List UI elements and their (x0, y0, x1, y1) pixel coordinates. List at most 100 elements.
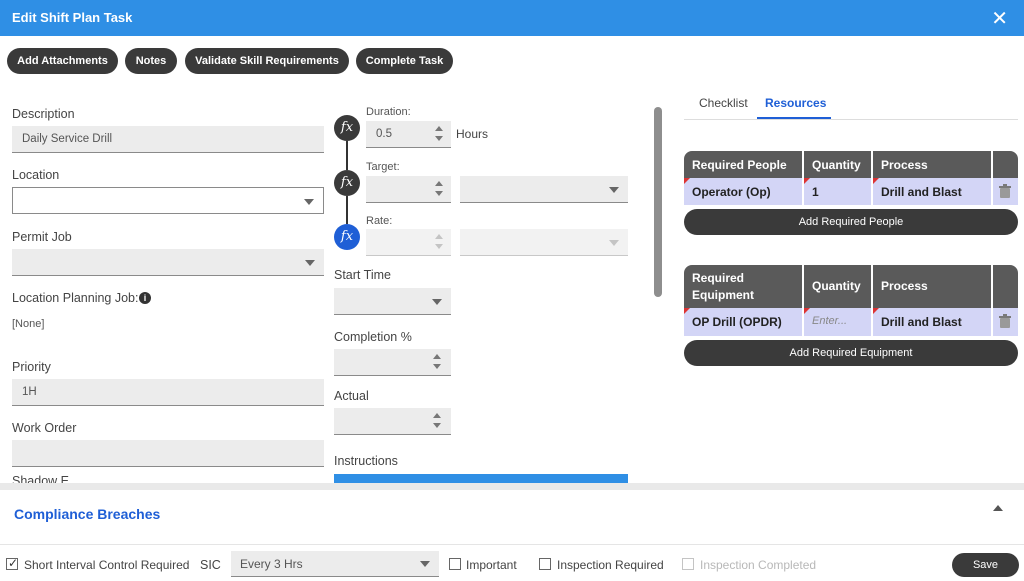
spin-down-icon[interactable] (435, 136, 443, 141)
required-marker-icon (804, 308, 810, 314)
spin-up-icon[interactable] (435, 126, 443, 131)
info-icon[interactable]: i (139, 292, 151, 304)
duration-formula-icon[interactable]: fx (334, 115, 360, 141)
close-icon[interactable]: ✕ (991, 6, 1008, 31)
required-marker-icon (873, 308, 879, 314)
people-header-name: Required People (684, 151, 804, 178)
required-marker-icon (804, 178, 810, 184)
priority-field[interactable]: 1H (12, 379, 324, 406)
rate-formula-icon[interactable]: fx (334, 224, 360, 250)
inspection-completed-checkbox (682, 558, 694, 570)
equipment-header-name: Required Equipment (684, 265, 804, 308)
sic-select[interactable]: Every 3 Hrs (231, 551, 439, 577)
completion-label: Completion % (334, 330, 412, 344)
spin-up-icon[interactable] (433, 354, 441, 359)
spin-up-icon[interactable] (435, 181, 443, 186)
resource-tabs: Checklist Resources (684, 90, 1018, 120)
spin-down-icon[interactable] (433, 364, 441, 369)
equipment-header-process: Process (873, 265, 993, 308)
add-required-equipment-button[interactable]: Add Required Equipment (684, 340, 1018, 366)
add-required-people-button[interactable]: Add Required People (684, 209, 1018, 235)
actual-label: Actual (334, 389, 369, 403)
clipped-label-container: Shadow E... (12, 474, 212, 483)
spin-up-icon[interactable] (433, 413, 441, 418)
complete-task-button[interactable]: Complete Task (356, 48, 453, 74)
spin-down-icon[interactable] (435, 191, 443, 196)
vertical-scrollbar[interactable] (654, 107, 662, 297)
duration-unit: Hours (456, 127, 489, 141)
location-select[interactable] (12, 187, 324, 214)
rate-label: Rate: (366, 215, 393, 227)
important-checkbox[interactable] (449, 558, 461, 570)
required-marker-icon (684, 178, 690, 184)
spin-down-icon (435, 244, 443, 249)
chevron-down-icon (609, 240, 619, 246)
chevron-down-icon (305, 260, 315, 266)
work-order-label: Work Order (12, 421, 77, 435)
instructions-label: Instructions (334, 454, 398, 468)
chevron-down-icon (420, 561, 430, 567)
footer-bar: Short Interval Control Required SIC Ever… (0, 544, 1024, 581)
compliance-breaches-title: Compliance Breaches (14, 506, 161, 522)
table-row-person-name[interactable]: Operator (Op) (684, 178, 804, 205)
target-input[interactable] (366, 176, 451, 203)
sic-value: Every 3 Hrs (240, 557, 303, 571)
duration-value: 0.5 (376, 128, 392, 140)
people-header-process: Process (873, 151, 993, 178)
table-row-equipment-process[interactable]: Drill and Blast (873, 308, 993, 336)
dialog-title: Edit Shift Plan Task (12, 10, 133, 25)
rate-unit-select (460, 229, 628, 256)
add-attachments-button[interactable]: Add Attachments (7, 48, 118, 74)
permit-job-select[interactable] (12, 249, 324, 276)
formula-connector (346, 196, 348, 224)
target-label: Target: (366, 161, 400, 173)
title-bar: Edit Shift Plan Task ✕ (0, 0, 1024, 36)
table-row-equipment-quantity-input[interactable]: Enter... (804, 308, 873, 336)
start-time-select[interactable] (334, 288, 451, 315)
save-button[interactable]: Save (952, 553, 1019, 577)
validate-skill-requirements-button[interactable]: Validate Skill Requirements (185, 48, 349, 74)
clipped-label: Shadow E... (12, 474, 80, 483)
target-unit-select[interactable] (460, 176, 628, 203)
inspection-completed-label: Inspection Completed (700, 558, 817, 572)
location-planning-job-label: Location Planning Job: (12, 291, 139, 305)
chevron-down-icon (609, 187, 619, 193)
permit-job-label: Permit Job (12, 230, 72, 244)
compliance-breaches-section[interactable]: Compliance Breaches (0, 490, 1024, 542)
toolbar: Add Attachments Notes Validate Skill Req… (0, 36, 1024, 86)
trash-icon (999, 184, 1011, 198)
important-label: Important (466, 558, 517, 572)
active-tab-indicator (757, 117, 831, 119)
section-divider (0, 483, 1024, 490)
table-row-person-process[interactable]: Drill and Blast (873, 178, 993, 205)
rate-input (366, 229, 451, 256)
required-marker-icon (873, 178, 879, 184)
completion-input[interactable] (334, 349, 451, 376)
work-order-field[interactable] (12, 440, 324, 467)
target-formula-icon[interactable]: fx (334, 170, 360, 196)
delete-row-button[interactable] (993, 308, 1018, 336)
equipment-header-quantity: Quantity (804, 265, 873, 308)
instructions-editor-toolbar[interactable] (334, 474, 628, 483)
actual-input[interactable] (334, 408, 451, 435)
tab-resources[interactable]: Resources (765, 96, 826, 110)
table-row-equipment-name[interactable]: OP Drill (OPDR) (684, 308, 804, 336)
sic-required-checkbox[interactable] (6, 556, 18, 570)
inspection-required-label: Inspection Required (557, 558, 664, 572)
tab-checklist[interactable]: Checklist (699, 96, 748, 110)
duration-label: Duration: (366, 106, 411, 118)
start-time-label: Start Time (334, 268, 391, 282)
notes-button[interactable]: Notes (125, 48, 177, 74)
delete-row-button[interactable] (993, 178, 1018, 205)
chevron-down-icon (432, 299, 442, 305)
duration-input[interactable]: 0.5 (366, 121, 451, 148)
location-label: Location (12, 168, 60, 182)
chevron-up-icon[interactable] (993, 505, 1003, 511)
inspection-required-checkbox[interactable] (539, 558, 551, 570)
people-header-actions (993, 151, 1018, 178)
table-row-person-quantity[interactable]: 1 (804, 178, 873, 205)
people-header-quantity: Quantity (804, 151, 873, 178)
spin-down-icon[interactable] (433, 423, 441, 428)
description-field[interactable]: Daily Service Drill (12, 126, 324, 153)
required-marker-icon (684, 308, 690, 314)
